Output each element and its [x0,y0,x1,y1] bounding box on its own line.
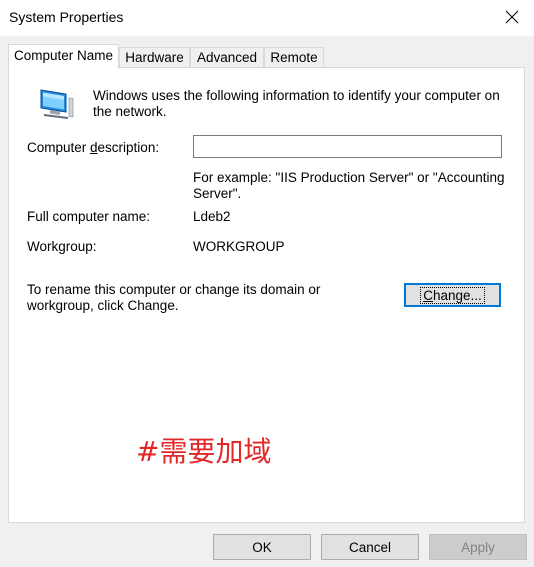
change-button[interactable]: Change... [404,283,501,307]
close-icon [505,10,519,24]
tab-advanced[interactable]: Advanced [190,47,264,67]
change-button-label: Change... [420,286,485,304]
intro-text-line2: the network. [93,104,167,119]
tab-remote[interactable]: Remote [264,47,324,67]
apply-button[interactable]: Apply [429,534,527,560]
example-text-line1: For example: "IIS Production Server" or … [193,170,505,185]
description-label-accel: d [90,140,98,155]
computer-name-panel: Windows uses the following information t… [8,67,525,523]
intro-text-line1: Windows uses the following information t… [93,88,500,103]
full-computer-name-label: Full computer name: [27,209,151,224]
tab-computer-name[interactable]: Computer Name [8,44,119,69]
title-bar: System Properties [0,0,534,36]
ok-button[interactable]: OK [213,534,311,560]
window-title: System Properties [9,9,124,25]
tab-hardware[interactable]: Hardware [119,47,190,67]
computer-description-label: Computer description: [27,140,159,155]
close-button[interactable] [490,0,534,34]
workgroup-value: WORKGROUP [193,239,285,254]
red-annotation-text: #需要加域 [136,435,272,468]
cancel-button[interactable]: Cancel [321,534,419,560]
computer-icon [38,86,74,125]
rename-instruction-line1: To rename this computer or change its do… [27,282,321,297]
rename-instruction-line2: workgroup, click Change. [27,298,179,313]
workgroup-label: Workgroup: [27,239,97,254]
full-computer-name-value: Ldeb2 [193,209,231,224]
description-label-prefix: Computer [27,140,91,155]
description-label-suffix: escription: [97,140,160,155]
change-button-rest: hange... [432,287,482,303]
change-button-accel: C [423,287,433,303]
example-text-line2: Server". [193,186,242,201]
computer-description-field[interactable] [193,135,502,158]
